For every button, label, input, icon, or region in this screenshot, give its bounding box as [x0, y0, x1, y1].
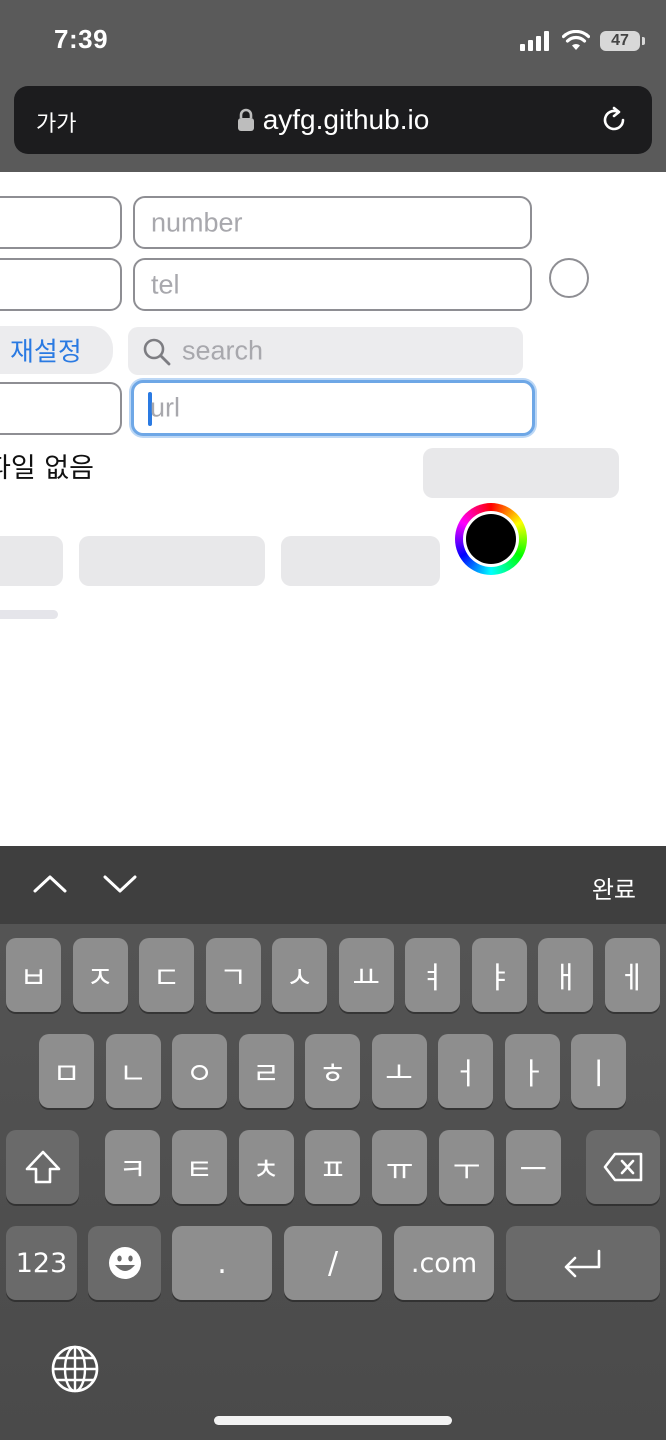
status-time: 7:39	[54, 24, 109, 54]
gray-button-3[interactable]	[79, 536, 265, 586]
key-ㅇ[interactable]: ㅇ	[172, 1034, 227, 1108]
key-ㅠ[interactable]: ㅠ	[372, 1130, 428, 1204]
text-input-partial-2[interactable]	[0, 258, 122, 311]
radio-button[interactable]	[549, 258, 589, 298]
key-ㅐ[interactable]: ㅐ	[538, 938, 593, 1012]
search-icon	[143, 338, 171, 366]
return-icon	[564, 1249, 601, 1278]
address-bar[interactable]: ayfg.github.io 가가	[14, 86, 652, 154]
key-ㅈ[interactable]: ㅈ	[72, 938, 128, 1012]
key-ㅑ[interactable]: ㅑ	[471, 938, 527, 1012]
shift-key[interactable]	[6, 1130, 79, 1204]
slash-key[interactable]: /	[284, 1226, 382, 1300]
backspace-key[interactable]	[586, 1130, 660, 1204]
status-icons: 47	[520, 28, 645, 54]
wifi-icon	[562, 30, 590, 50]
key-ㄷ[interactable]: ㄷ	[139, 938, 194, 1012]
emoji-key[interactable]	[88, 1226, 161, 1300]
text-input-partial-3[interactable]	[0, 382, 122, 435]
key-ㅊ[interactable]: ㅊ	[238, 1130, 294, 1204]
key-ㅗ[interactable]: ㅗ	[371, 1034, 427, 1108]
color-swatch	[463, 511, 519, 567]
key-ㅏ[interactable]: ㅏ	[504, 1034, 560, 1108]
cellular-signal-icon	[520, 31, 549, 51]
reset-button[interactable]: 재설정	[0, 326, 113, 374]
battery-level: 47	[611, 32, 629, 49]
dotcom-key[interactable]: .com	[394, 1226, 494, 1300]
key-ㅌ[interactable]: ㅌ	[171, 1130, 227, 1204]
key-ㅎ[interactable]: ㅎ	[305, 1034, 360, 1108]
key-ㅋ[interactable]: ㅋ	[105, 1130, 160, 1204]
text-size-button[interactable]: 가가	[36, 106, 76, 138]
reset-label: 재설정	[10, 336, 82, 367]
key-ㅕ[interactable]: ㅕ	[405, 938, 460, 1012]
key-ㅣ[interactable]: ㅣ	[571, 1034, 626, 1108]
gray-button-4[interactable]	[281, 536, 440, 586]
tel-input[interactable]: tel	[133, 258, 532, 311]
key-ㅂ[interactable]: ㅂ	[6, 938, 61, 1012]
backspace-icon	[603, 1152, 643, 1182]
globe-icon[interactable]	[50, 1344, 100, 1394]
url-display[interactable]: ayfg.github.io	[14, 86, 652, 154]
url-text: ayfg.github.io	[262, 104, 430, 135]
key-ㅍ[interactable]: ㅍ	[305, 1130, 361, 1204]
key-ㄱ[interactable]: ㄱ	[205, 938, 261, 1012]
keyboard-accessory-bar: 완료	[0, 846, 666, 924]
chevron-up-icon[interactable]	[32, 872, 68, 894]
browser-chrome: 7:39 47 ayfg.github.io 가가	[0, 0, 666, 172]
emoji-icon	[108, 1247, 141, 1279]
search-input[interactable]: search	[128, 327, 523, 375]
key-ㄹ[interactable]: ㄹ	[238, 1034, 294, 1108]
file-input-status[interactable]: 파일 없음	[0, 446, 126, 482]
shift-icon	[25, 1150, 60, 1184]
tel-placeholder: tel	[151, 269, 180, 299]
key-ㅜ[interactable]: ㅜ	[439, 1130, 494, 1204]
text-input-partial-1[interactable]	[0, 196, 122, 249]
keyboard: ㅂㅈㄷㄱㅅㅛㅕㅑㅐㅔ ㅁㄴㅇㄹㅎㅗㅓㅏㅣ ㅋㅌㅊㅍㅠㅜㅡ 123 . / .co…	[0, 924, 666, 1440]
lock-icon	[237, 108, 254, 131]
url-placeholder: url	[150, 392, 181, 423]
search-placeholder: search	[182, 335, 264, 366]
number-placeholder: number	[151, 207, 243, 237]
period-key[interactable]: .	[172, 1226, 272, 1300]
key-ㅡ[interactable]: ㅡ	[505, 1130, 561, 1204]
url-input[interactable]: url	[131, 380, 535, 436]
key-ㅓ[interactable]: ㅓ	[438, 1034, 493, 1108]
key-ㅛ[interactable]: ㅛ	[338, 938, 394, 1012]
gray-button-1[interactable]	[423, 448, 619, 498]
numbers-key[interactable]: 123	[6, 1226, 77, 1300]
done-button[interactable]: 완료	[592, 870, 636, 905]
reload-icon[interactable]	[598, 104, 630, 136]
gray-button-2[interactable]	[0, 536, 63, 586]
range-track[interactable]	[0, 610, 58, 619]
color-picker[interactable]	[455, 503, 527, 575]
key-ㅅ[interactable]: ㅅ	[272, 938, 327, 1012]
return-key[interactable]	[506, 1226, 660, 1300]
chevron-down-icon[interactable]	[102, 874, 138, 896]
home-indicator	[214, 1416, 452, 1425]
key-ㅁ[interactable]: ㅁ	[39, 1034, 94, 1108]
number-input[interactable]: number	[133, 196, 532, 249]
battery-icon: 47	[600, 31, 645, 51]
key-ㅔ[interactable]: ㅔ	[604, 938, 660, 1012]
key-ㄴ[interactable]: ㄴ	[105, 1034, 161, 1108]
file-status-text: 파일 없음	[0, 453, 94, 482]
